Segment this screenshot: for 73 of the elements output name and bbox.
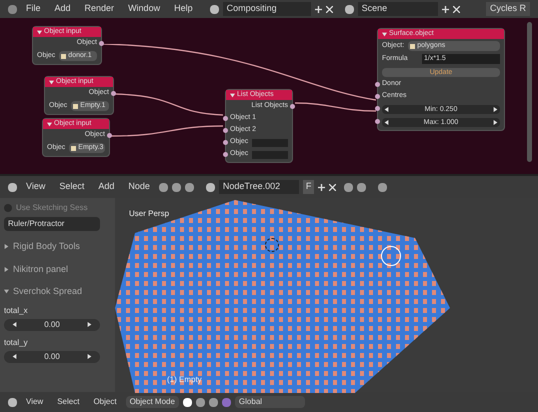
number-field[interactable]: 0.00	[4, 318, 100, 330]
socket-icon[interactable]	[99, 41, 104, 46]
socket-icon[interactable]	[223, 128, 228, 133]
socket-icon[interactable]	[375, 106, 380, 111]
checkbox-label: Use Sketching Sess	[16, 202, 88, 214]
socket-icon[interactable]	[223, 116, 228, 121]
panel-header[interactable]: Nikitron panel	[13, 262, 68, 276]
menu-item[interactable]: Help	[169, 2, 198, 16]
socket-icon[interactable]	[375, 82, 380, 87]
number-field[interactable]: 0.00	[4, 350, 100, 362]
socket-icon[interactable]	[107, 133, 112, 138]
collapse-icon[interactable]	[230, 92, 235, 98]
increment-icon[interactable]	[493, 106, 498, 112]
origin-icon	[265, 238, 279, 252]
object-icon	[61, 54, 66, 58]
disclosure-triangle-icon[interactable]	[4, 289, 9, 294]
scene-field[interactable]: Scene	[358, 2, 438, 16]
input-field[interactable]	[252, 150, 288, 158]
fake-user-button[interactable]: F	[302, 180, 314, 194]
node-tree-field[interactable]: NodeTree.002	[218, 180, 299, 194]
field-label: total_x	[4, 304, 29, 316]
disclosure-triangle-icon[interactable]	[4, 244, 9, 250]
panel-header[interactable]: Rigid Body Tools	[13, 240, 80, 254]
increment-icon[interactable]	[492, 120, 498, 124]
add-icon[interactable]	[442, 6, 449, 12]
socket-icon[interactable]	[290, 104, 295, 109]
checkbox[interactable]	[4, 204, 12, 212]
input-field[interactable]	[252, 138, 288, 146]
view-name: User Persp	[129, 208, 170, 220]
menu-item[interactable]: Object	[88, 396, 122, 408]
ruler-button[interactable]: Ruler/Protractor	[4, 217, 100, 231]
menu-item[interactable]: Window	[123, 2, 166, 16]
decrement-icon[interactable]	[384, 120, 389, 124]
menu-item[interactable]: Add	[93, 180, 120, 194]
socket-icon[interactable]	[223, 152, 228, 157]
menu-item[interactable]: Add	[50, 2, 76, 16]
collapse-icon[interactable]	[49, 80, 54, 84]
menu-item[interactable]: View	[21, 396, 48, 408]
close-icon[interactable]	[326, 6, 333, 12]
close-icon[interactable]	[329, 184, 336, 190]
scrollbar[interactable]	[527, 22, 532, 162]
field-label: total_y	[4, 336, 29, 348]
collapse-icon[interactable]	[37, 30, 42, 34]
close-icon[interactable]	[452, 6, 460, 12]
socket-icon[interactable]	[375, 119, 380, 124]
menu-item[interactable]: Select	[54, 180, 90, 194]
collapse-icon[interactable]	[382, 32, 387, 36]
add-icon[interactable]	[318, 184, 326, 190]
object-name: (1) Empty	[167, 374, 202, 386]
socket-icon[interactable]	[223, 140, 228, 145]
mode-dropdown[interactable]: Object Mode	[126, 396, 179, 408]
socket-icon[interactable]	[111, 91, 116, 96]
screen-field[interactable]: Compositing	[222, 2, 311, 16]
socket-icon[interactable]	[375, 94, 380, 99]
add-icon[interactable]	[314, 6, 322, 12]
menu-item[interactable]: View	[21, 180, 50, 194]
disclosure-triangle-icon[interactable]	[4, 266, 9, 272]
collapse-icon[interactable]	[47, 122, 52, 126]
menu-item[interactable]: Select	[52, 396, 84, 408]
menu-item[interactable]: File	[21, 2, 46, 16]
decrement-icon[interactable]	[12, 354, 17, 359]
object-icon	[410, 44, 416, 48]
increment-icon[interactable]	[86, 354, 92, 359]
orientation-dropdown[interactable]: Global	[234, 396, 305, 408]
menu-item[interactable]: Node	[123, 180, 155, 194]
object-icon	[71, 146, 76, 150]
object-icon	[73, 104, 78, 108]
menu-item[interactable]: Render	[80, 2, 120, 16]
increment-icon[interactable]	[86, 322, 92, 327]
panel-header[interactable]: Sverchok Spread	[13, 285, 82, 298]
decrement-icon[interactable]	[12, 322, 17, 327]
decrement-icon[interactable]	[384, 106, 389, 112]
engine-dropdown[interactable]: Cycles R	[486, 2, 530, 16]
